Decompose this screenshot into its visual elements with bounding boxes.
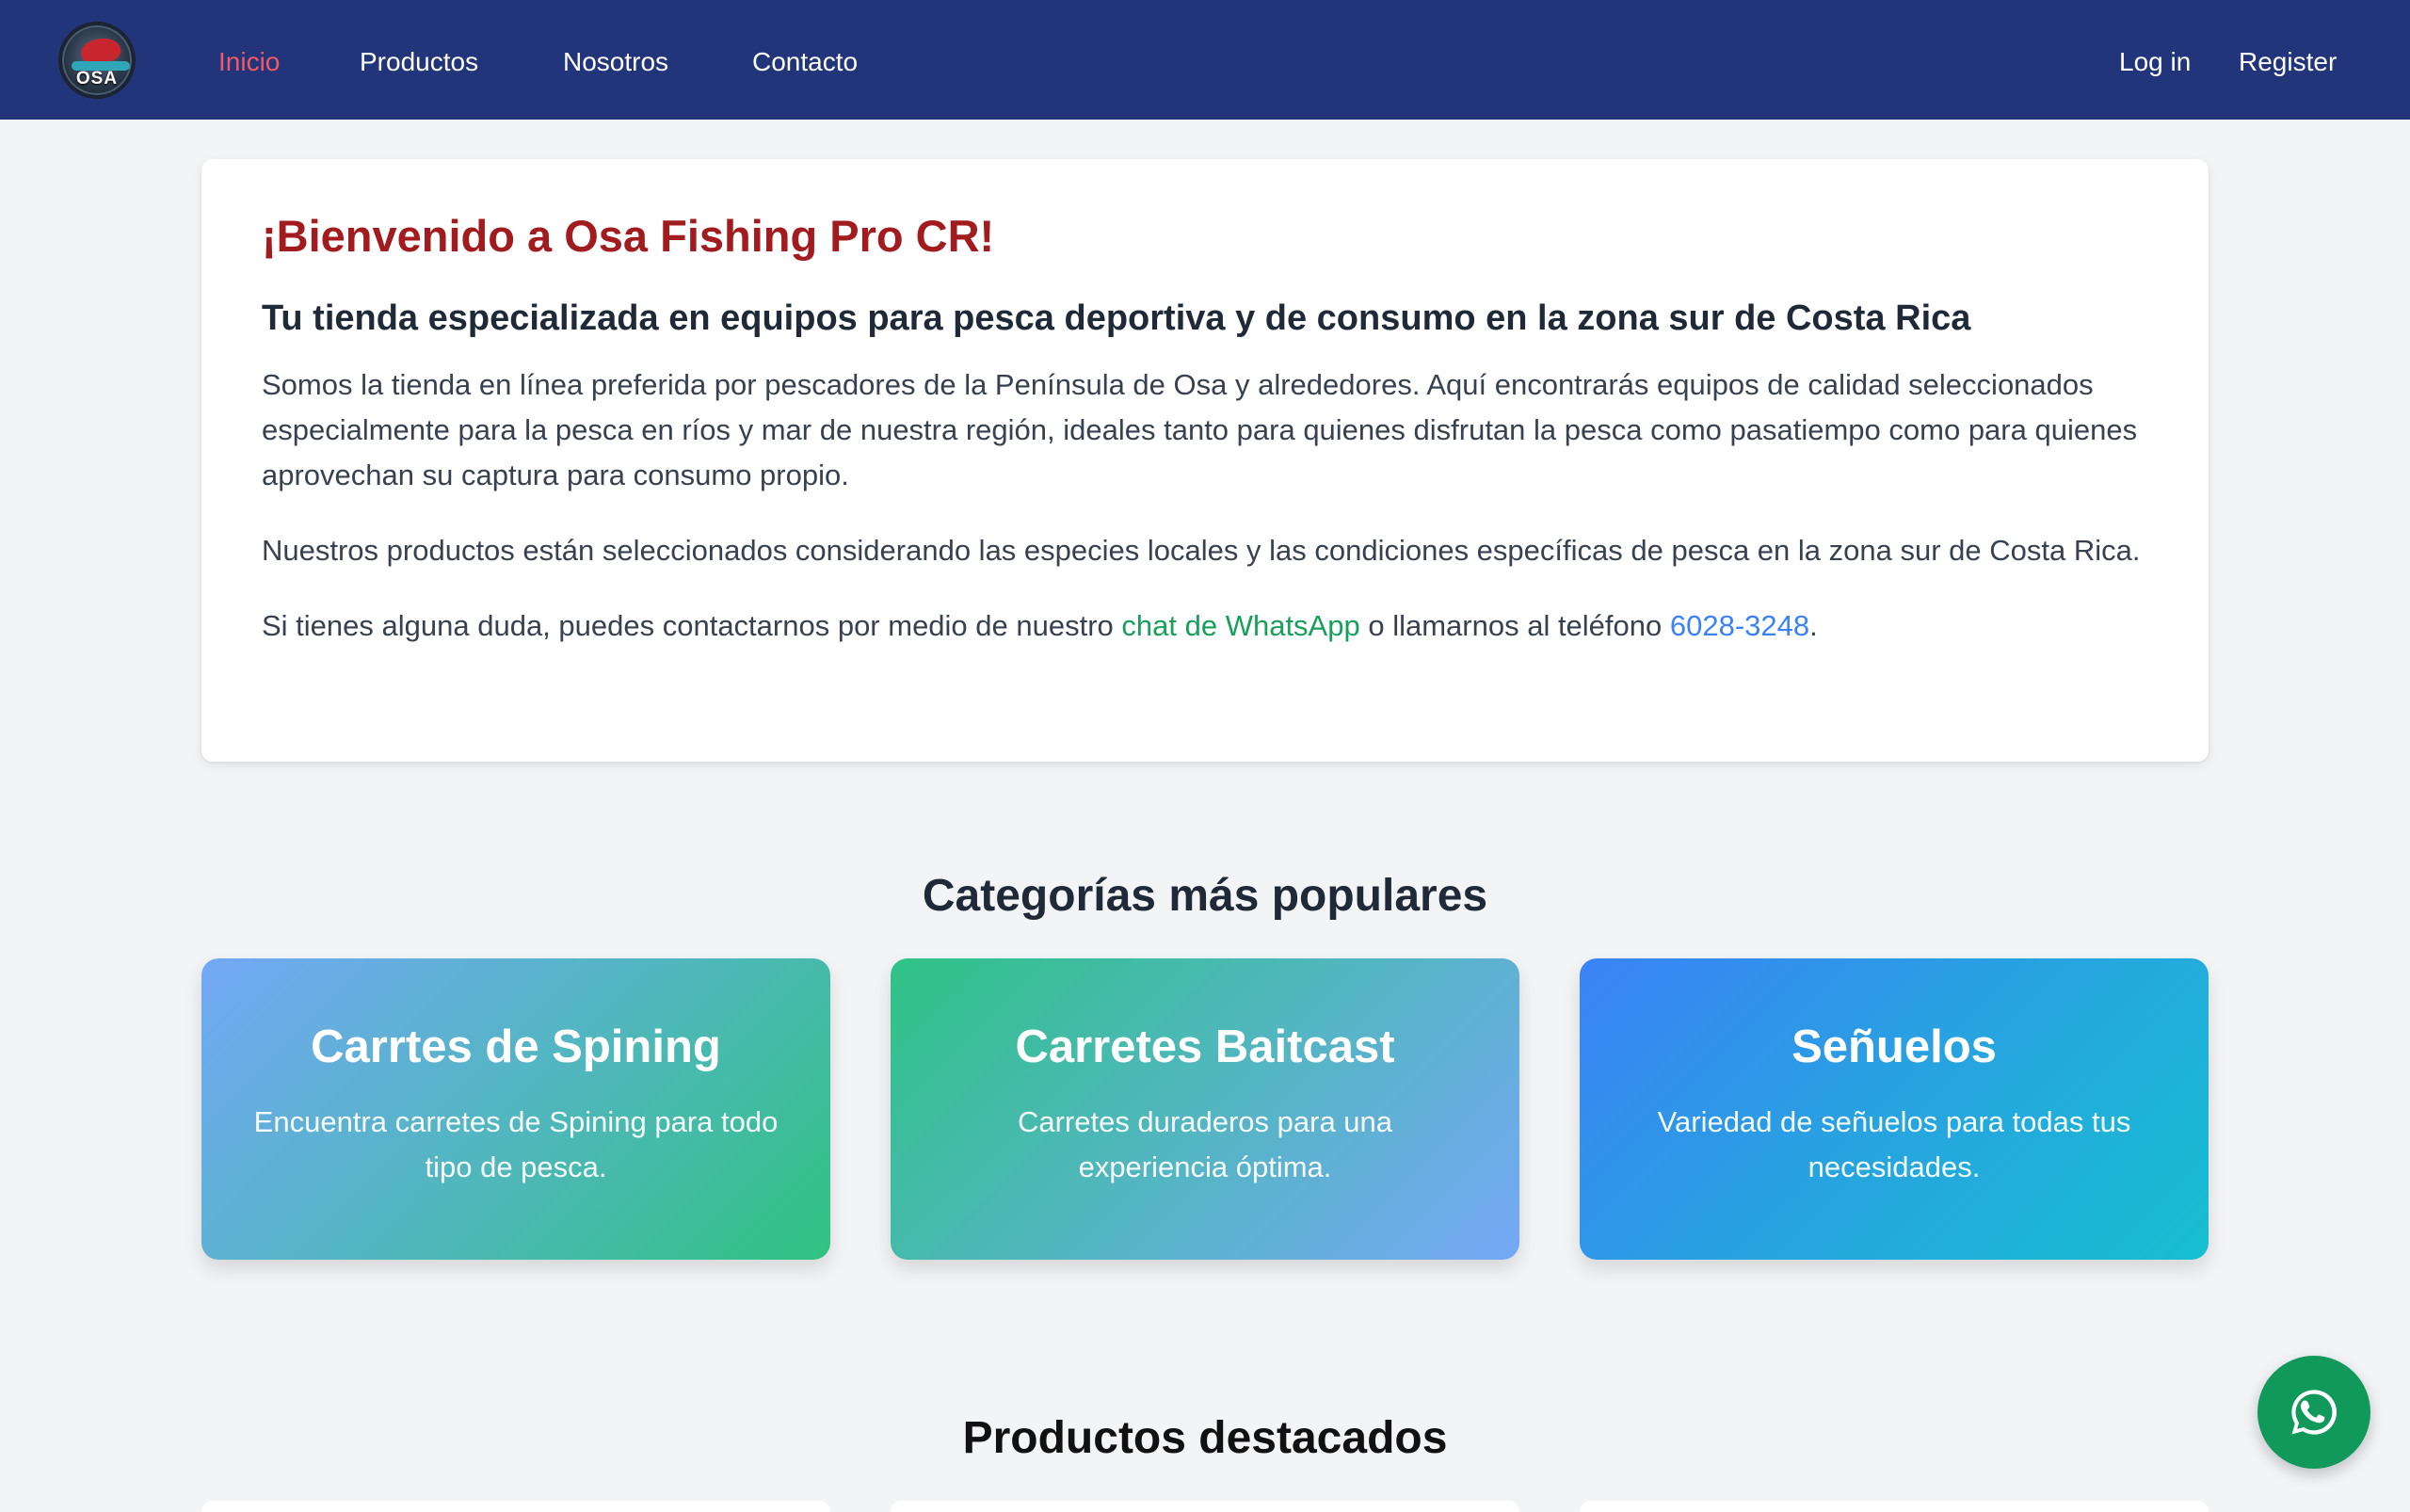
category-description: Variedad de señuelos para todas tus nece… (1657, 1105, 2131, 1183)
phone-link[interactable]: 6028-3248 (1670, 609, 1809, 642)
category-card-spinning[interactable]: Carrtes de Spining Encuentra carretes de… (201, 958, 830, 1260)
category-card-baitcast[interactable]: Carretes Baitcast Carretes duraderos par… (891, 958, 1519, 1260)
contact-paragraph: Si tienes alguna duda, puedes contactarn… (262, 603, 2148, 649)
whatsapp-chat-link[interactable]: chat de WhatsApp (1121, 609, 1359, 642)
whatsapp-icon (2291, 1390, 2338, 1435)
products-paragraph: Nuestros productos están seleccionados c… (262, 534, 2141, 567)
register-link[interactable]: Register (2239, 43, 2337, 81)
intro-paragraph: Somos la tienda en línea preferida por p… (262, 368, 2138, 491)
contact-middle: o llamarnos al teléfono (1359, 609, 1670, 642)
nav-link-contacto[interactable]: Contacto (752, 43, 858, 81)
category-card-senuelos[interactable]: Señuelos Variedad de señuelos para todas… (1580, 958, 2209, 1260)
nav-link-productos[interactable]: Productos (360, 43, 478, 81)
category-name: Carretes Baitcast (1015, 1021, 1395, 1072)
product-card[interactable] (201, 1501, 830, 1512)
whatsapp-float-button[interactable] (2257, 1356, 2370, 1469)
product-card[interactable] (1580, 1501, 2209, 1512)
category-description: Encuentra carretes de Spining para todo … (253, 1105, 779, 1183)
welcome-subtitle: Tu tienda especializada en equipos para … (262, 298, 1971, 338)
category-name: Carrtes de Spining (311, 1021, 721, 1072)
top-navbar: OSA Inicio Productos Nosotros Contacto L… (0, 0, 2410, 120)
logo-text: OSA (75, 69, 119, 88)
nav-link-nosotros[interactable]: Nosotros (563, 43, 668, 81)
categories-title: Categorías más populares (922, 871, 1488, 921)
welcome-title: ¡Bienvenido a Osa Fishing Pro CR! (262, 211, 995, 261)
category-description: Carretes duraderos para una experiencia … (1017, 1105, 1393, 1183)
product-card[interactable] (891, 1501, 1519, 1512)
featured-title: Productos destacados (962, 1413, 1448, 1463)
login-link[interactable]: Log in (2119, 43, 2191, 81)
welcome-card: ¡Bienvenido a Osa Fishing Pro CR! Tu tie… (201, 159, 2209, 762)
nav-link-inicio[interactable]: Inicio (218, 43, 280, 81)
contact-prefix: Si tienes alguna duda, puedes contactarn… (262, 609, 1122, 642)
osa-logo[interactable]: OSA (58, 22, 136, 99)
category-name: Señuelos (1791, 1021, 1997, 1072)
contact-suffix: . (1809, 609, 1818, 642)
